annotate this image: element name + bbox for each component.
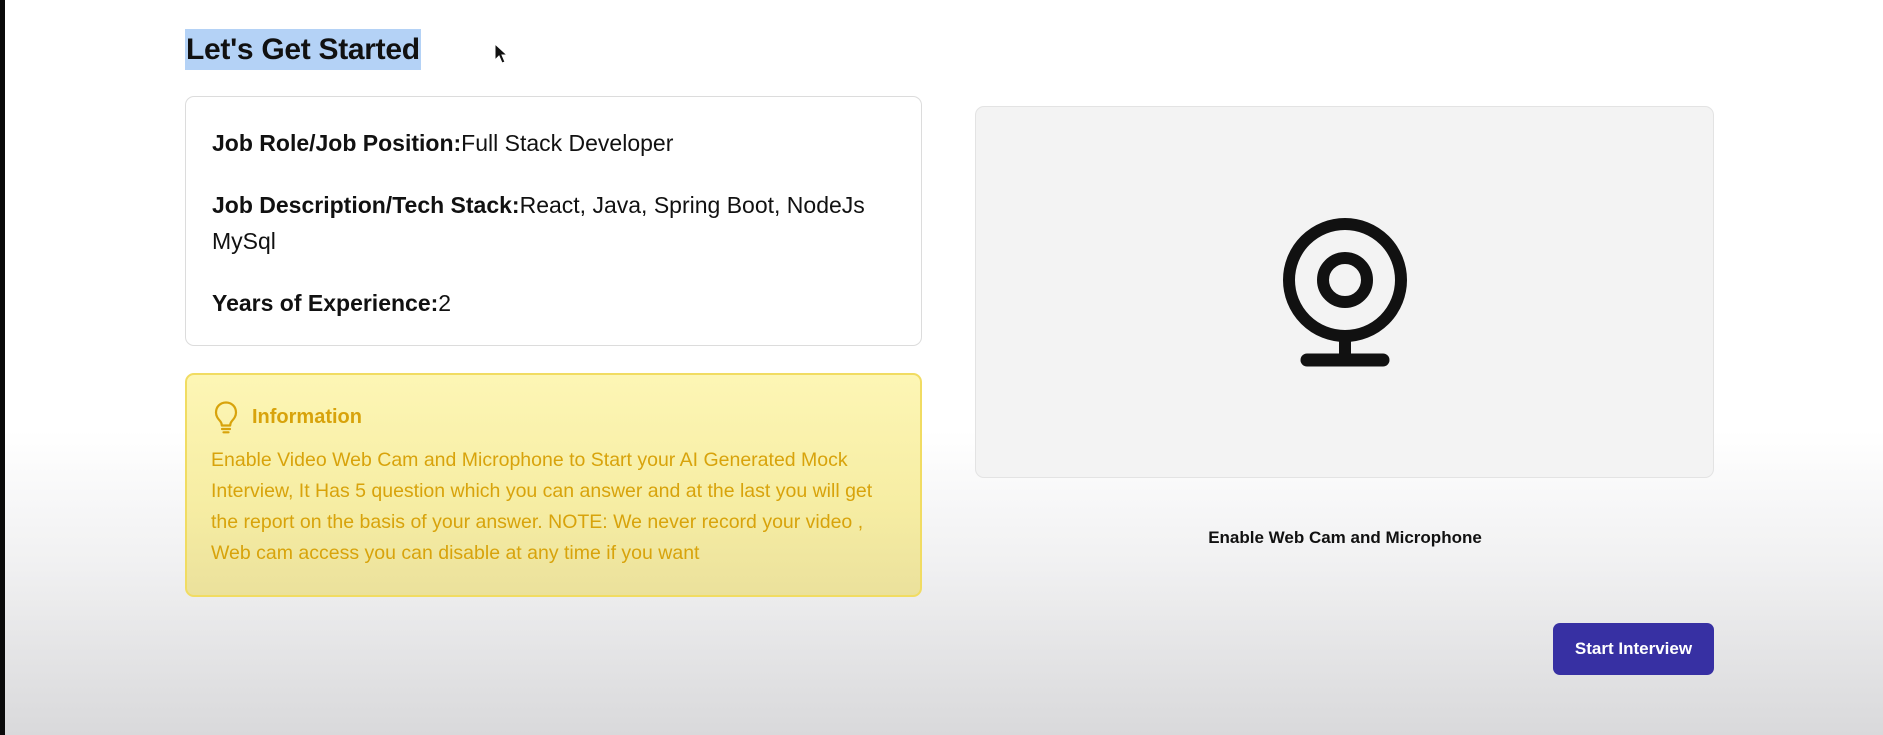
experience-value: 2 [438,290,452,316]
webcam-icon [1283,218,1407,367]
job-description-label: Job Description/Tech Stack: [212,192,520,218]
window-edge [0,0,5,735]
experience-label: Years of Experience: [212,290,439,316]
job-details-card: Job Role/Job Position:Full Stack Develop… [185,96,922,346]
enable-webcam-label: Enable Web Cam and Microphone [1208,528,1482,547]
information-header: Information [211,399,896,435]
lightbulb-icon [214,401,238,434]
job-role-value: Full Stack Developer [461,130,674,156]
page-title: Let's Get Started [185,29,421,70]
mouse-cursor-icon [494,43,508,64]
start-interview-button[interactable]: Start Interview [1553,623,1714,675]
information-alert: Information Enable Video Web Cam and Mic… [185,373,922,597]
information-title: Information [252,405,362,428]
job-role-label: Job Role/Job Position: [212,130,462,156]
information-text: Enable Video Web Cam and Microphone to S… [211,449,873,564]
job-description-row: Job Description/Tech Stack:React, Java, … [212,187,892,259]
job-role-row: Job Role/Job Position:Full Stack Develop… [212,125,892,161]
experience-row: Years of Experience:2 [212,285,892,321]
